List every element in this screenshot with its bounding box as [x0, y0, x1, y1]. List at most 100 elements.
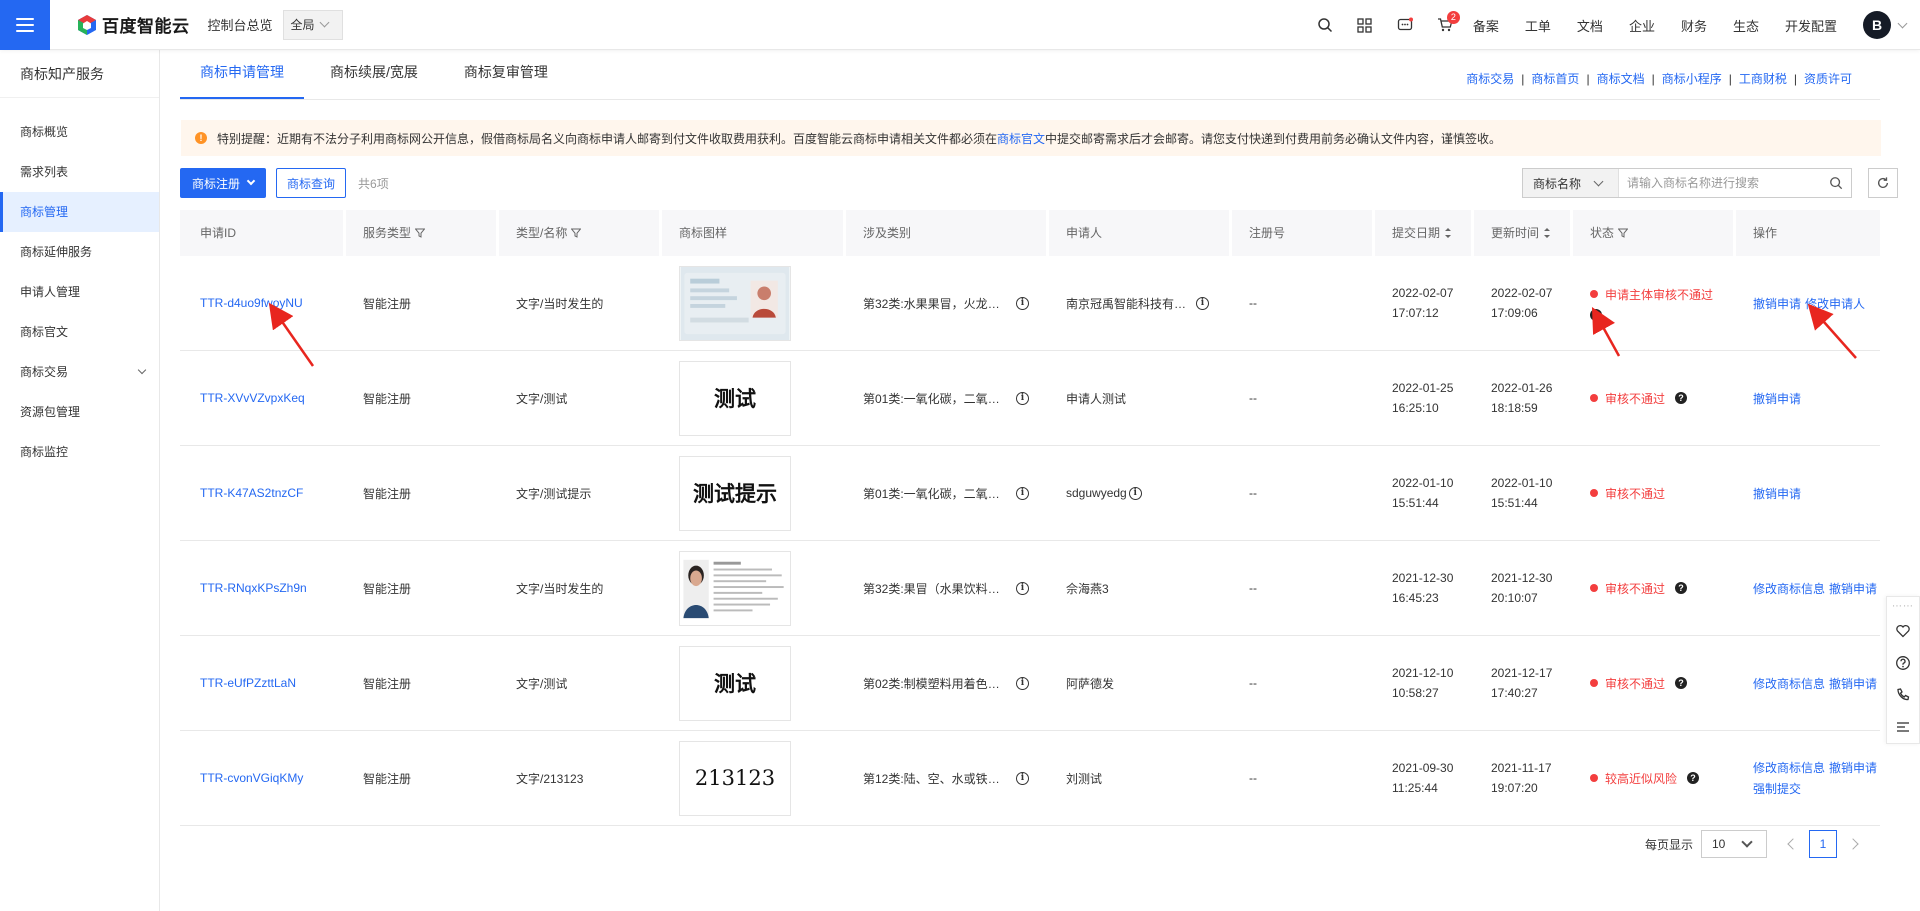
region-select[interactable]: 全局 — [282, 9, 343, 40]
console-overview-link[interactable]: 控制台总览 — [208, 15, 273, 34]
sidebar-item-trading[interactable]: 商标交易 — [0, 352, 159, 392]
sidebar-item-requirements[interactable]: 需求列表 — [0, 152, 159, 192]
application-id-link[interactable]: TTR-d4uo9fwoyNU — [200, 296, 303, 310]
sidebar-item-applicants[interactable]: 申请人管理 — [0, 272, 159, 312]
trademark-image[interactable]: 测试提示 — [679, 455, 791, 531]
help-icon[interactable]: ? — [1675, 582, 1688, 594]
revoke-application-link[interactable]: 撤销申请 — [1753, 485, 1801, 502]
revoke-application-link[interactable]: 撤销申请 — [1753, 390, 1801, 407]
search-input[interactable] — [1619, 169, 1821, 197]
feedback-button[interactable] — [1887, 615, 1919, 647]
help-icon[interactable]: ? — [1590, 308, 1602, 321]
revoke-application-link[interactable]: 撤销申请 — [1829, 580, 1877, 597]
sidebar-item-official-docs[interactable]: 商标官文 — [0, 312, 159, 352]
page-size-select[interactable]: 10 — [1701, 830, 1767, 858]
search-field-select[interactable]: 商标名称 — [1523, 169, 1619, 197]
application-id-link[interactable]: TTR-K47AS2tnzCF — [200, 486, 303, 500]
help-icon[interactable]: ? — [1687, 772, 1700, 784]
tab-application-management[interactable]: 商标申请管理 — [180, 50, 304, 99]
link-mini-program[interactable]: 商标小程序 — [1662, 70, 1722, 87]
chevron-down-icon[interactable] — [1897, 18, 1908, 28]
info-icon[interactable]: i — [1128, 486, 1142, 500]
revoke-application-link[interactable]: 撤销申请 — [1829, 759, 1877, 776]
brand-name: 百度智能云 — [102, 17, 190, 36]
link-trading[interactable]: 商标交易 — [1466, 70, 1514, 87]
help-icon[interactable]: ? — [1675, 392, 1688, 404]
top-menu-ecosystem[interactable]: 生态 — [1733, 16, 1759, 35]
link-business-tax[interactable]: 工商财税 — [1739, 70, 1787, 87]
link-home[interactable]: 商标首页 — [1531, 70, 1579, 87]
force-submit-link[interactable]: 强制提交 — [1753, 780, 1801, 797]
tab-review[interactable]: 商标复审管理 — [444, 50, 568, 99]
info-icon[interactable]: i — [1016, 771, 1029, 785]
modify-trademark-info-link[interactable]: 修改商标信息 — [1753, 675, 1825, 692]
apps-button[interactable] — [1345, 0, 1385, 50]
top-menu-dev-config[interactable]: 开发配置 — [1785, 16, 1837, 35]
sidebar: 商标知产服务 商标概览 需求列表 商标管理 商标延伸服务 申请人管理 商标官文 … — [0, 50, 160, 911]
application-id-link[interactable]: TTR-XVvVZvpxKeq — [200, 391, 305, 405]
hamburger-menu-button[interactable] — [0, 0, 50, 50]
trademark-image[interactable]: 213123 — [679, 740, 791, 816]
sort-icon[interactable] — [1444, 227, 1452, 239]
query-trademark-button[interactable]: 商标查询 — [276, 168, 347, 198]
prev-page-button[interactable] — [1781, 830, 1805, 858]
col-header-update-time[interactable]: 更新时间 — [1471, 210, 1570, 256]
info-icon[interactable]: i — [1016, 391, 1029, 405]
application-id-link[interactable]: TTR-RNqxKPsZh9n — [200, 581, 307, 595]
next-page-button[interactable] — [1841, 830, 1865, 858]
sidebar-item-extended-services[interactable]: 商标延伸服务 — [0, 232, 159, 272]
filter-icon[interactable] — [415, 228, 426, 238]
application-id-link[interactable]: TTR-eUfPZzttLaN — [200, 676, 296, 690]
sidebar-item-overview[interactable]: 商标概览 — [0, 112, 159, 152]
contact-button[interactable] — [1887, 679, 1919, 711]
info-icon[interactable]: i — [1016, 296, 1029, 310]
top-menu-docs[interactable]: 文档 — [1577, 16, 1603, 35]
drag-handle-icon[interactable]: ⋯⋯ — [1887, 597, 1919, 615]
link-docs[interactable]: 商标文档 — [1597, 70, 1645, 87]
revoke-application-link[interactable]: 撤销申请 — [1753, 295, 1801, 312]
top-menu-enterprise[interactable]: 企业 — [1629, 16, 1655, 35]
modify-trademark-info-link[interactable]: 修改商标信息 — [1753, 580, 1825, 597]
brand-logo[interactable]: 百度智能云 — [76, 12, 190, 37]
col-header-status[interactable]: 状态 — [1570, 210, 1733, 256]
col-header-type-name[interactable]: 类型/名称 — [496, 210, 659, 256]
notice-official-docs-link[interactable]: 商标官文 — [997, 130, 1045, 147]
sort-icon[interactable] — [1543, 227, 1551, 239]
user-avatar[interactable]: B — [1863, 11, 1891, 39]
info-icon[interactable]: i — [1016, 581, 1029, 595]
help-button[interactable] — [1887, 647, 1919, 679]
update-time: 17:40:27 — [1491, 686, 1538, 700]
info-icon[interactable]: i — [1196, 296, 1209, 310]
filter-icon[interactable] — [571, 228, 582, 238]
col-header-submit-date[interactable]: 提交日期 — [1372, 210, 1471, 256]
sidebar-item-resource-packs[interactable]: 资源包管理 — [0, 392, 159, 432]
page-number-current[interactable]: 1 — [1809, 830, 1837, 858]
refresh-button[interactable] — [1868, 168, 1898, 198]
tab-renewal[interactable]: 商标续展/宽展 — [310, 50, 438, 99]
trademark-image-document[interactable] — [679, 550, 791, 626]
register-trademark-button[interactable]: 商标注册 — [180, 168, 267, 198]
trademark-image-id-card[interactable] — [679, 265, 791, 341]
info-icon[interactable]: i — [1016, 676, 1029, 690]
cart-button[interactable]: 2 — [1425, 0, 1465, 50]
revoke-application-link[interactable]: 撤销申请 — [1829, 675, 1877, 692]
top-menu-finance[interactable]: 财务 — [1681, 16, 1707, 35]
application-id-link[interactable]: TTR-cvonVGiqKMy — [200, 771, 303, 785]
search-button[interactable] — [1305, 0, 1345, 50]
top-menu-ticket[interactable]: 工单 — [1525, 16, 1551, 35]
trademark-image[interactable]: 测试 — [679, 645, 791, 721]
search-submit-button[interactable] — [1821, 169, 1851, 197]
link-license[interactable]: 资质许可 — [1804, 70, 1852, 87]
info-icon[interactable]: i — [1016, 486, 1029, 500]
messages-button[interactable] — [1385, 0, 1425, 50]
sidebar-item-trademark-management[interactable]: 商标管理 — [0, 192, 159, 232]
trademark-image[interactable]: 测试 — [679, 360, 791, 436]
filter-icon[interactable] — [1618, 228, 1629, 238]
col-header-service[interactable]: 服务类型 — [343, 210, 496, 256]
sidebar-item-monitoring[interactable]: 商标监控 — [0, 432, 159, 472]
modify-applicant-link[interactable]: 修改申请人 — [1805, 295, 1865, 312]
modify-trademark-info-link[interactable]: 修改商标信息 — [1753, 759, 1825, 776]
list-button[interactable] — [1887, 711, 1919, 743]
top-menu-filing[interactable]: 备案 — [1473, 16, 1499, 35]
help-icon[interactable]: ? — [1675, 677, 1688, 689]
